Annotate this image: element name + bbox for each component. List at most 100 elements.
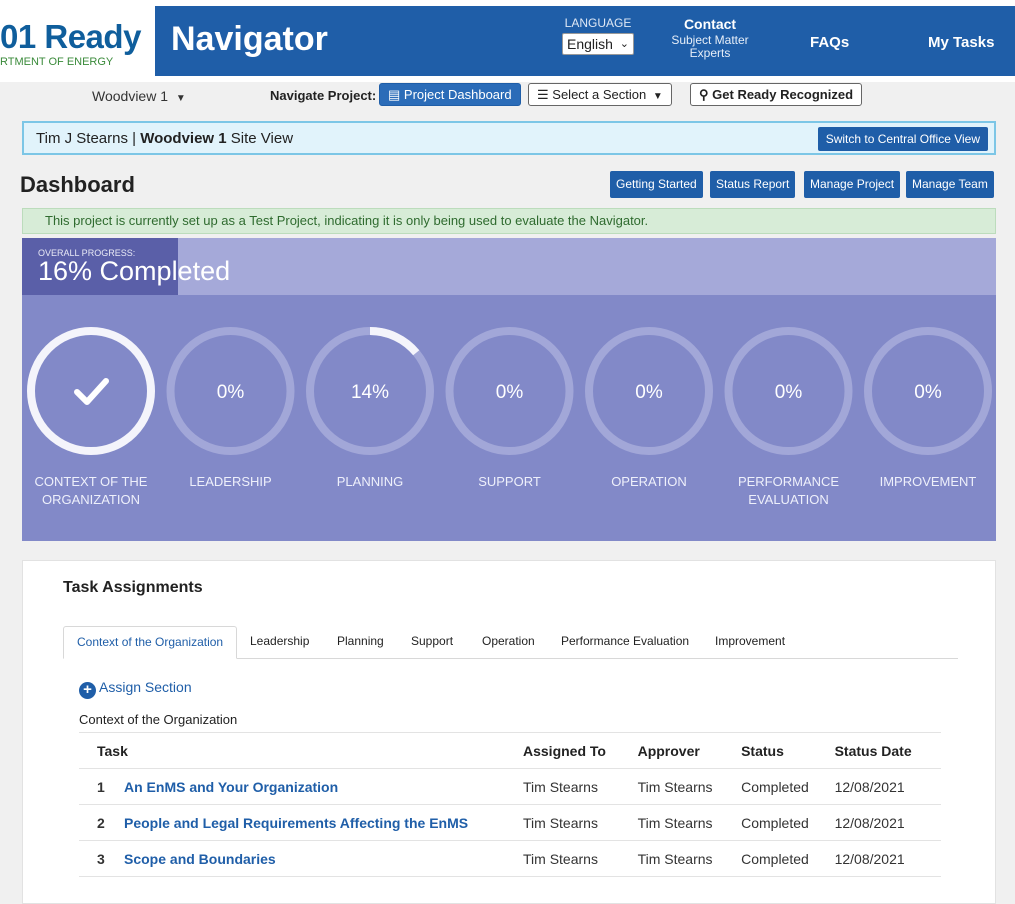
table-header-row: Task Assigned To Approver Status Status … — [79, 732, 941, 769]
chevron-down-icon: ⌄ — [619, 38, 629, 50]
task-number: 2 — [79, 804, 124, 841]
caret-down-icon: ▼ — [652, 91, 663, 102]
column-header-approver: Approver — [637, 732, 742, 769]
column-header-task: Task — [79, 732, 523, 769]
progress-ring-context-of-the-organization — [27, 327, 155, 455]
section-label-performance-evaluation[interactable]: PERFORMANCE EVALUATION — [727, 473, 851, 509]
progress-value-support: 0% — [496, 382, 524, 403]
task-number: 3 — [79, 840, 124, 877]
section-label-improvement[interactable]: IMPROVEMENT — [866, 473, 990, 491]
header: 01 Ready RTMENT OF ENERGY Navigator LANG… — [0, 0, 1015, 82]
status-cell: Completed — [741, 804, 835, 841]
progress-value-operation: 0% — [635, 382, 663, 403]
task-link[interactable]: Scope and Boundaries — [124, 851, 276, 867]
getting-started-button[interactable]: Getting Started — [610, 171, 703, 198]
table-row: 1 An EnMS and Your Organization Tim Stea… — [79, 768, 941, 805]
task-assignments-title: Task Assignments — [63, 579, 203, 596]
navigate-project-label: Navigate Project: — [270, 88, 377, 103]
progress-value-leadership: 0% — [217, 382, 245, 403]
top-navbar: Navigator LANGUAGE English ⌄ Contact Sub… — [155, 6, 1015, 76]
contact-title: Contact — [683, 16, 737, 32]
manage-team-button[interactable]: Manage Team — [906, 171, 994, 198]
section-label-operation[interactable]: OPERATION — [587, 473, 711, 491]
task-number: 1 — [79, 768, 124, 805]
language-value: English — [567, 36, 613, 52]
project-subnav: Woodview 1 ▼ Navigate Project: ▤ Project… — [0, 82, 1015, 112]
section-label-planning[interactable]: PLANNING — [308, 473, 432, 491]
status-report-button[interactable]: Status Report — [710, 171, 796, 198]
checkmark-icon — [74, 378, 109, 405]
task-assignments-card: Task Assignments Context of the Organiza… — [22, 560, 996, 904]
column-header-assigned-to: Assigned To — [523, 732, 638, 769]
assigned-to-cell: Tim Stearns — [523, 768, 638, 805]
column-header-status-date: Status Date — [834, 732, 941, 769]
logo-text: 01 Ready — [0, 18, 141, 55]
project-dashboard-label: Project Dashboard — [403, 87, 512, 102]
task-table: Task Assigned To Approver Status Status … — [79, 732, 941, 877]
tab-support[interactable]: Support — [411, 626, 453, 659]
switch-central-office-button[interactable]: Switch to Central Office View — [817, 127, 988, 151]
contact-subtitle: Subject Matter Experts — [671, 33, 749, 60]
select-section-label: Select a Section — [552, 87, 647, 102]
section-label-context-of-the-organization[interactable]: CONTEXT OF THE ORGANIZATION — [29, 473, 153, 509]
section-label-leadership[interactable]: LEADERSHIP — [169, 473, 293, 491]
my-tasks-link[interactable]: My Tasks — [928, 34, 994, 51]
award-icon: ⚲ — [699, 87, 709, 102]
site-dropdown[interactable]: Woodview 1 ▼ — [92, 88, 186, 104]
site-view-site: Woodview 1 — [140, 130, 227, 147]
status-date-cell: 12/08/2021 — [834, 804, 941, 841]
logo[interactable]: 01 Ready RTMENT OF ENERGY — [0, 8, 155, 78]
tab-operation[interactable]: Operation — [482, 626, 535, 659]
progress-value-improvement: 0% — [914, 382, 942, 403]
get-ready-recognized-label: Get Ready Recognized — [712, 87, 854, 102]
tab-planning[interactable]: Planning — [337, 626, 384, 659]
section-heading: Context of the Organization — [79, 712, 238, 727]
faqs-link[interactable]: FAQs — [810, 34, 849, 51]
layers-icon: ☰ — [537, 87, 549, 102]
site-view-user: Tim J Stearns | — [36, 130, 137, 147]
page-title: Dashboard — [20, 172, 135, 197]
table-row: 2 People and Legal Requirements Affectin… — [79, 804, 941, 841]
select-section-dropdown[interactable]: ☰ Select a Section ▼ — [528, 83, 672, 106]
section-tabs: Context of the Organization Leadership P… — [63, 626, 958, 659]
site-view-banner: Tim J Stearns | Woodview 1 Site View Swi… — [22, 121, 996, 155]
tab-performance-evaluation[interactable]: Performance Evaluation — [561, 626, 689, 659]
status-date-cell: 12/08/2021 — [834, 840, 941, 877]
language-label: LANGUAGE — [564, 16, 632, 30]
task-link[interactable]: An EnMS and Your Organization — [124, 779, 338, 795]
project-dashboard-button[interactable]: ▤ Project Dashboard — [379, 83, 521, 106]
progress-value-planning: 14% — [351, 382, 389, 403]
tab-leadership[interactable]: Leadership — [250, 626, 309, 659]
tab-improvement[interactable]: Improvement — [715, 626, 785, 659]
progress-panel: OVERALL PROGRESS: 16% Completed 0% 14% 0% 0… — [22, 238, 996, 541]
assign-section-label: Assign Section — [99, 679, 192, 695]
test-project-notice: This project is currently set up as a Te… — [22, 208, 996, 234]
language-select[interactable]: English ⌄ — [562, 33, 634, 55]
site-view-text: Tim J Stearns | Woodview 1 Site View — [36, 130, 293, 147]
task-link[interactable]: People and Legal Requirements Affecting … — [124, 815, 468, 831]
get-ready-recognized-button[interactable]: ⚲ Get Ready Recognized — [690, 83, 863, 106]
contact-link[interactable]: Contact Subject Matter Experts — [655, 16, 765, 60]
site-view-suffix: Site View — [230, 130, 294, 147]
approver-cell: Tim Stearns — [637, 768, 742, 805]
tab-context-of-the-organization[interactable]: Context of the Organization — [63, 626, 238, 659]
progress-arc-planning — [369, 327, 420, 356]
app-title[interactable]: Navigator — [171, 20, 328, 59]
progress-value-performance-evaluation: 0% — [775, 382, 803, 403]
plus-circle-icon: + — [79, 682, 96, 699]
assign-section-link[interactable]: + Assign Section — [79, 679, 192, 699]
table-row: 3 Scope and Boundaries Tim Stearns Tim S… — [79, 840, 941, 877]
status-cell: Completed — [741, 840, 835, 877]
site-dropdown-label: Woodview 1 — [92, 88, 169, 104]
status-date-cell: 12/08/2021 — [834, 768, 941, 805]
assigned-to-cell: Tim Stearns — [523, 804, 638, 841]
list-icon: ▤ — [388, 87, 401, 102]
approver-cell: Tim Stearns — [637, 804, 742, 841]
section-label-support[interactable]: SUPPORT — [448, 473, 572, 491]
logo-subtext: RTMENT OF ENERGY — [0, 56, 114, 68]
caret-down-icon: ▼ — [175, 93, 186, 104]
manage-project-button[interactable]: Manage Project — [804, 171, 901, 198]
status-cell: Completed — [741, 768, 835, 805]
column-header-status: Status — [741, 732, 835, 769]
assigned-to-cell: Tim Stearns — [523, 840, 638, 877]
